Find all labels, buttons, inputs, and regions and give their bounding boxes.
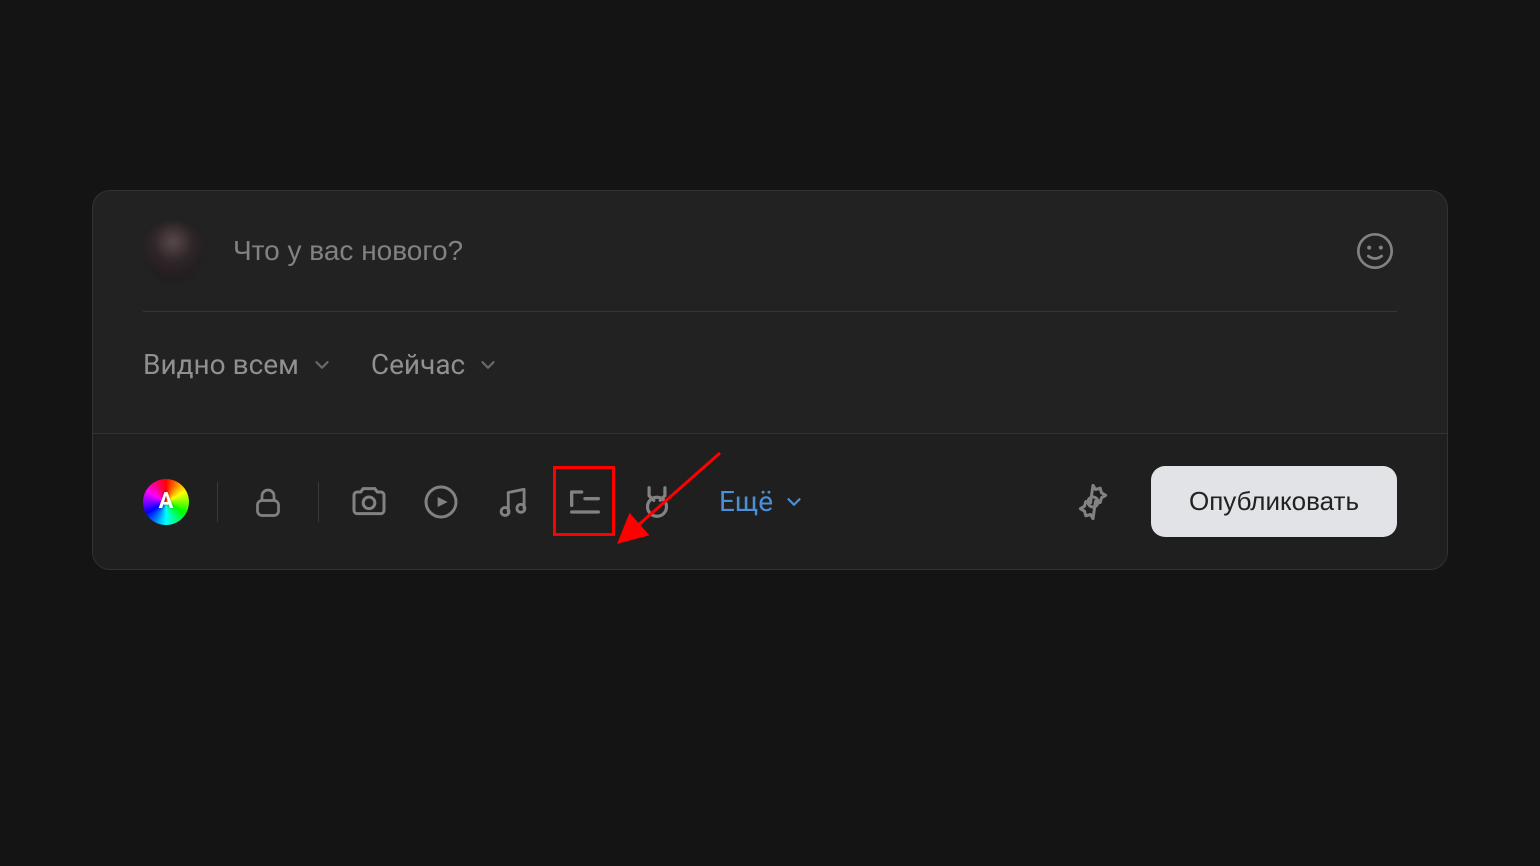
emoji-icon[interactable]	[1353, 229, 1397, 273]
more-button[interactable]: Ещё	[719, 485, 805, 518]
composer-top-section: Видно всем Сейчас	[93, 191, 1447, 433]
post-composer: Видно всем Сейчас A	[92, 190, 1448, 570]
chevron-down-icon	[311, 354, 333, 376]
visibility-dropdown[interactable]: Видно всем	[143, 348, 333, 381]
color-letter: A	[159, 489, 174, 514]
toolbar-right: Опубликовать	[1071, 466, 1397, 537]
video-icon[interactable]	[419, 480, 463, 524]
music-icon[interactable]	[491, 480, 535, 524]
chevron-down-icon	[477, 354, 499, 376]
post-text-input[interactable]	[233, 235, 1323, 267]
vertical-divider	[318, 482, 319, 522]
timing-dropdown[interactable]: Сейчас	[371, 348, 499, 381]
toolbar-left: A	[143, 479, 805, 525]
options-row: Видно всем Сейчас	[143, 312, 1397, 413]
input-row	[143, 221, 1397, 281]
user-avatar[interactable]	[143, 221, 203, 281]
camera-icon[interactable]	[347, 480, 391, 524]
lock-icon[interactable]	[246, 480, 290, 524]
timing-label: Сейчас	[371, 348, 465, 381]
clips-icon[interactable]	[635, 480, 679, 524]
chevron-down-icon	[783, 491, 805, 513]
vertical-divider	[217, 482, 218, 522]
composer-toolbar: A	[93, 433, 1447, 569]
more-label: Ещё	[719, 485, 773, 518]
color-background-button[interactable]: A	[143, 479, 189, 525]
visibility-label: Видно всем	[143, 348, 299, 381]
article-icon[interactable]	[563, 480, 607, 524]
publish-button[interactable]: Опубликовать	[1151, 466, 1397, 537]
gear-icon[interactable]	[1071, 480, 1115, 524]
